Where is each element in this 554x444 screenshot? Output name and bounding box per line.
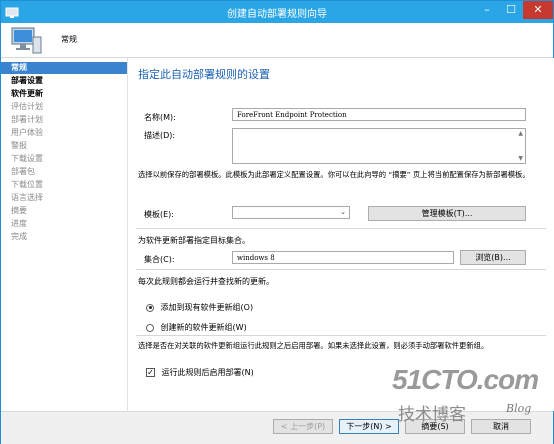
template-hint: 选择以前保存的部署模板。此模板为此部署定义配置设置。你可以在此向导的 “摘要” …	[138, 170, 530, 179]
radio-checked-icon[interactable]	[146, 303, 154, 312]
sidebar-item-deployment-package[interactable]: 部署包	[1, 166, 127, 178]
window-title: 创建自动部署规则向导	[227, 9, 327, 20]
divider	[136, 269, 546, 270]
minimize-icon[interactable]: –	[475, 1, 499, 19]
sidebar-item-completion[interactable]: 完成	[1, 231, 127, 243]
wizard-sidebar: 常规 部署设置 软件更新 评估计划 部署计划 用户体验 警报 下载设置 部署包 …	[1, 58, 127, 443]
watermark: 51CTO.com 技术博客 Blog	[384, 364, 544, 425]
collection-hint: 为软件更新部署指定目标集合。	[138, 236, 250, 245]
sidebar-item-deployment-settings[interactable]: 部署设置	[1, 75, 127, 87]
sidebar-item-alerts[interactable]: 警报	[1, 140, 127, 152]
sidebar-item-deployment-schedule[interactable]: 部署计划	[1, 114, 127, 126]
browse-button[interactable]: 浏览(B)...	[460, 250, 526, 265]
enable-hint: 选择是否在对关联的软件更新组运行此规则之后启用部署。如果未选择此设置，则必须手动…	[138, 341, 489, 350]
run-hint: 每次此规则都会运行并查找新的更新。	[138, 277, 274, 286]
sidebar-item-progress[interactable]: 进度	[1, 218, 127, 230]
sidebar-item-summary[interactable]: 摘要	[1, 205, 127, 217]
name-label: 名称(M):	[144, 113, 176, 122]
watermark-subtitle: 技术博客	[398, 405, 466, 425]
sidebar-item-general[interactable]: 常规	[1, 62, 127, 74]
sidebar-item-user-experience[interactable]: 用户体验	[1, 127, 127, 139]
watermark-logo-text: 51CTO.com	[392, 364, 539, 395]
maximize-icon[interactable]: ☐	[499, 1, 523, 19]
collection-input[interactable]: windows 8	[232, 251, 454, 264]
collection-label: 集合(C):	[144, 255, 175, 264]
sidebar-item-download-location[interactable]: 下载位置	[1, 179, 127, 191]
template-select[interactable]: ⌄	[232, 206, 350, 219]
checkbox-checked-icon[interactable]: ✓	[146, 368, 155, 377]
template-label: 模板(E):	[144, 210, 174, 219]
chevron-down-icon: ⌄	[340, 208, 346, 216]
scroll-down-icon[interactable]: ▼	[518, 155, 523, 162]
enable-deployment-option[interactable]: ✓ 运行此规则后启用部署(N)	[146, 367, 254, 378]
description-label: 描述(D):	[144, 131, 176, 140]
name-input-value: ForeFront Endpoint Protection	[237, 111, 347, 119]
wizard-header: 常规	[1, 23, 553, 58]
create-new-group-option[interactable]: 创建新的软件更新组(W)	[146, 322, 247, 333]
sidebar-item-evaluation-schedule[interactable]: 评估计划	[1, 101, 127, 113]
wizard-content: 指定此自动部署规则的设置 名称(M): ForeFront Endpoint P…	[127, 58, 554, 411]
page-heading: 指定此自动部署规则的设置	[138, 68, 270, 81]
title-bar[interactable]: 创建自动部署规则向导 – ☐ ✕	[1, 1, 553, 23]
previous-button[interactable]: < 上一步(P)	[273, 419, 333, 434]
sidebar-item-language-selection[interactable]: 语言选择	[1, 192, 127, 204]
watermark-blog: Blog	[506, 402, 532, 415]
enable-deployment-label: 运行此规则后启用部署(N)	[161, 368, 254, 377]
collection-input-value: windows 8	[237, 254, 275, 262]
close-icon[interactable]: ✕	[523, 1, 553, 19]
description-textarea[interactable]: ▲ ▼	[232, 128, 526, 164]
header-title: 常规	[61, 35, 77, 44]
add-existing-group-label: 添加到现有软件更新组(O)	[160, 303, 254, 312]
manage-templates-button[interactable]: 管理模板(T)...	[368, 206, 526, 221]
divider	[136, 228, 546, 229]
radio-unchecked-icon[interactable]	[146, 323, 154, 332]
add-existing-group-option[interactable]: 添加到现有软件更新组(O)	[146, 302, 253, 313]
scroll-up-icon[interactable]: ▲	[518, 130, 523, 137]
divider	[136, 335, 546, 336]
create-new-group-label: 创建新的软件更新组(W)	[160, 323, 247, 332]
sidebar-item-download-settings[interactable]: 下载设置	[1, 153, 127, 165]
computer-icon	[11, 27, 42, 54]
sidebar-item-software-updates[interactable]: 软件更新	[1, 88, 127, 100]
name-input[interactable]: ForeFront Endpoint Protection	[232, 108, 526, 121]
